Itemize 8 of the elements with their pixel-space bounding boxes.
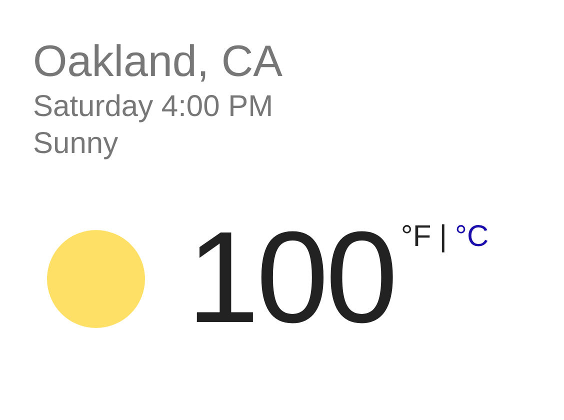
weather-condition: Sunny bbox=[33, 126, 120, 162]
unit-toggle[interactable]: °F bbox=[400, 220, 432, 254]
unit-toggle[interactable]: °C bbox=[455, 220, 489, 254]
location-title: Oakland, CA bbox=[33, 36, 284, 88]
sun-icon bbox=[47, 230, 145, 328]
temperature: 100 bbox=[187, 212, 395, 342]
unit-separator: | bbox=[439, 220, 448, 254]
date-time: Saturday 4:00 PM bbox=[33, 89, 274, 125]
